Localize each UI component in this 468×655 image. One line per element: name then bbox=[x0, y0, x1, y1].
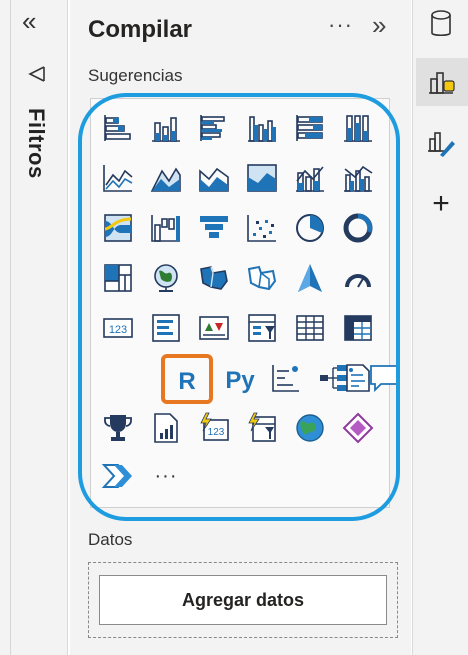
add-data-button[interactable]: Agregar datos bbox=[99, 575, 387, 625]
right-rail: + bbox=[412, 0, 468, 655]
format-visual-icon[interactable] bbox=[421, 124, 461, 164]
add-icon[interactable]: + bbox=[421, 184, 461, 224]
filter-icon[interactable] bbox=[28, 65, 46, 83]
database-icon[interactable] bbox=[421, 4, 461, 44]
filters-label[interactable]: Filtros bbox=[23, 108, 49, 179]
add-data-dropzone[interactable]: Agregar datos bbox=[88, 562, 398, 638]
pane-divider bbox=[10, 0, 11, 655]
data-label: Datos bbox=[88, 530, 133, 549]
filters-pane: « Filtros bbox=[0, 0, 68, 655]
data-section: Datos Agregar datos bbox=[70, 0, 411, 655]
collapse-left-icon[interactable]: « bbox=[22, 8, 36, 34]
build-visual-icon[interactable] bbox=[416, 58, 468, 106]
